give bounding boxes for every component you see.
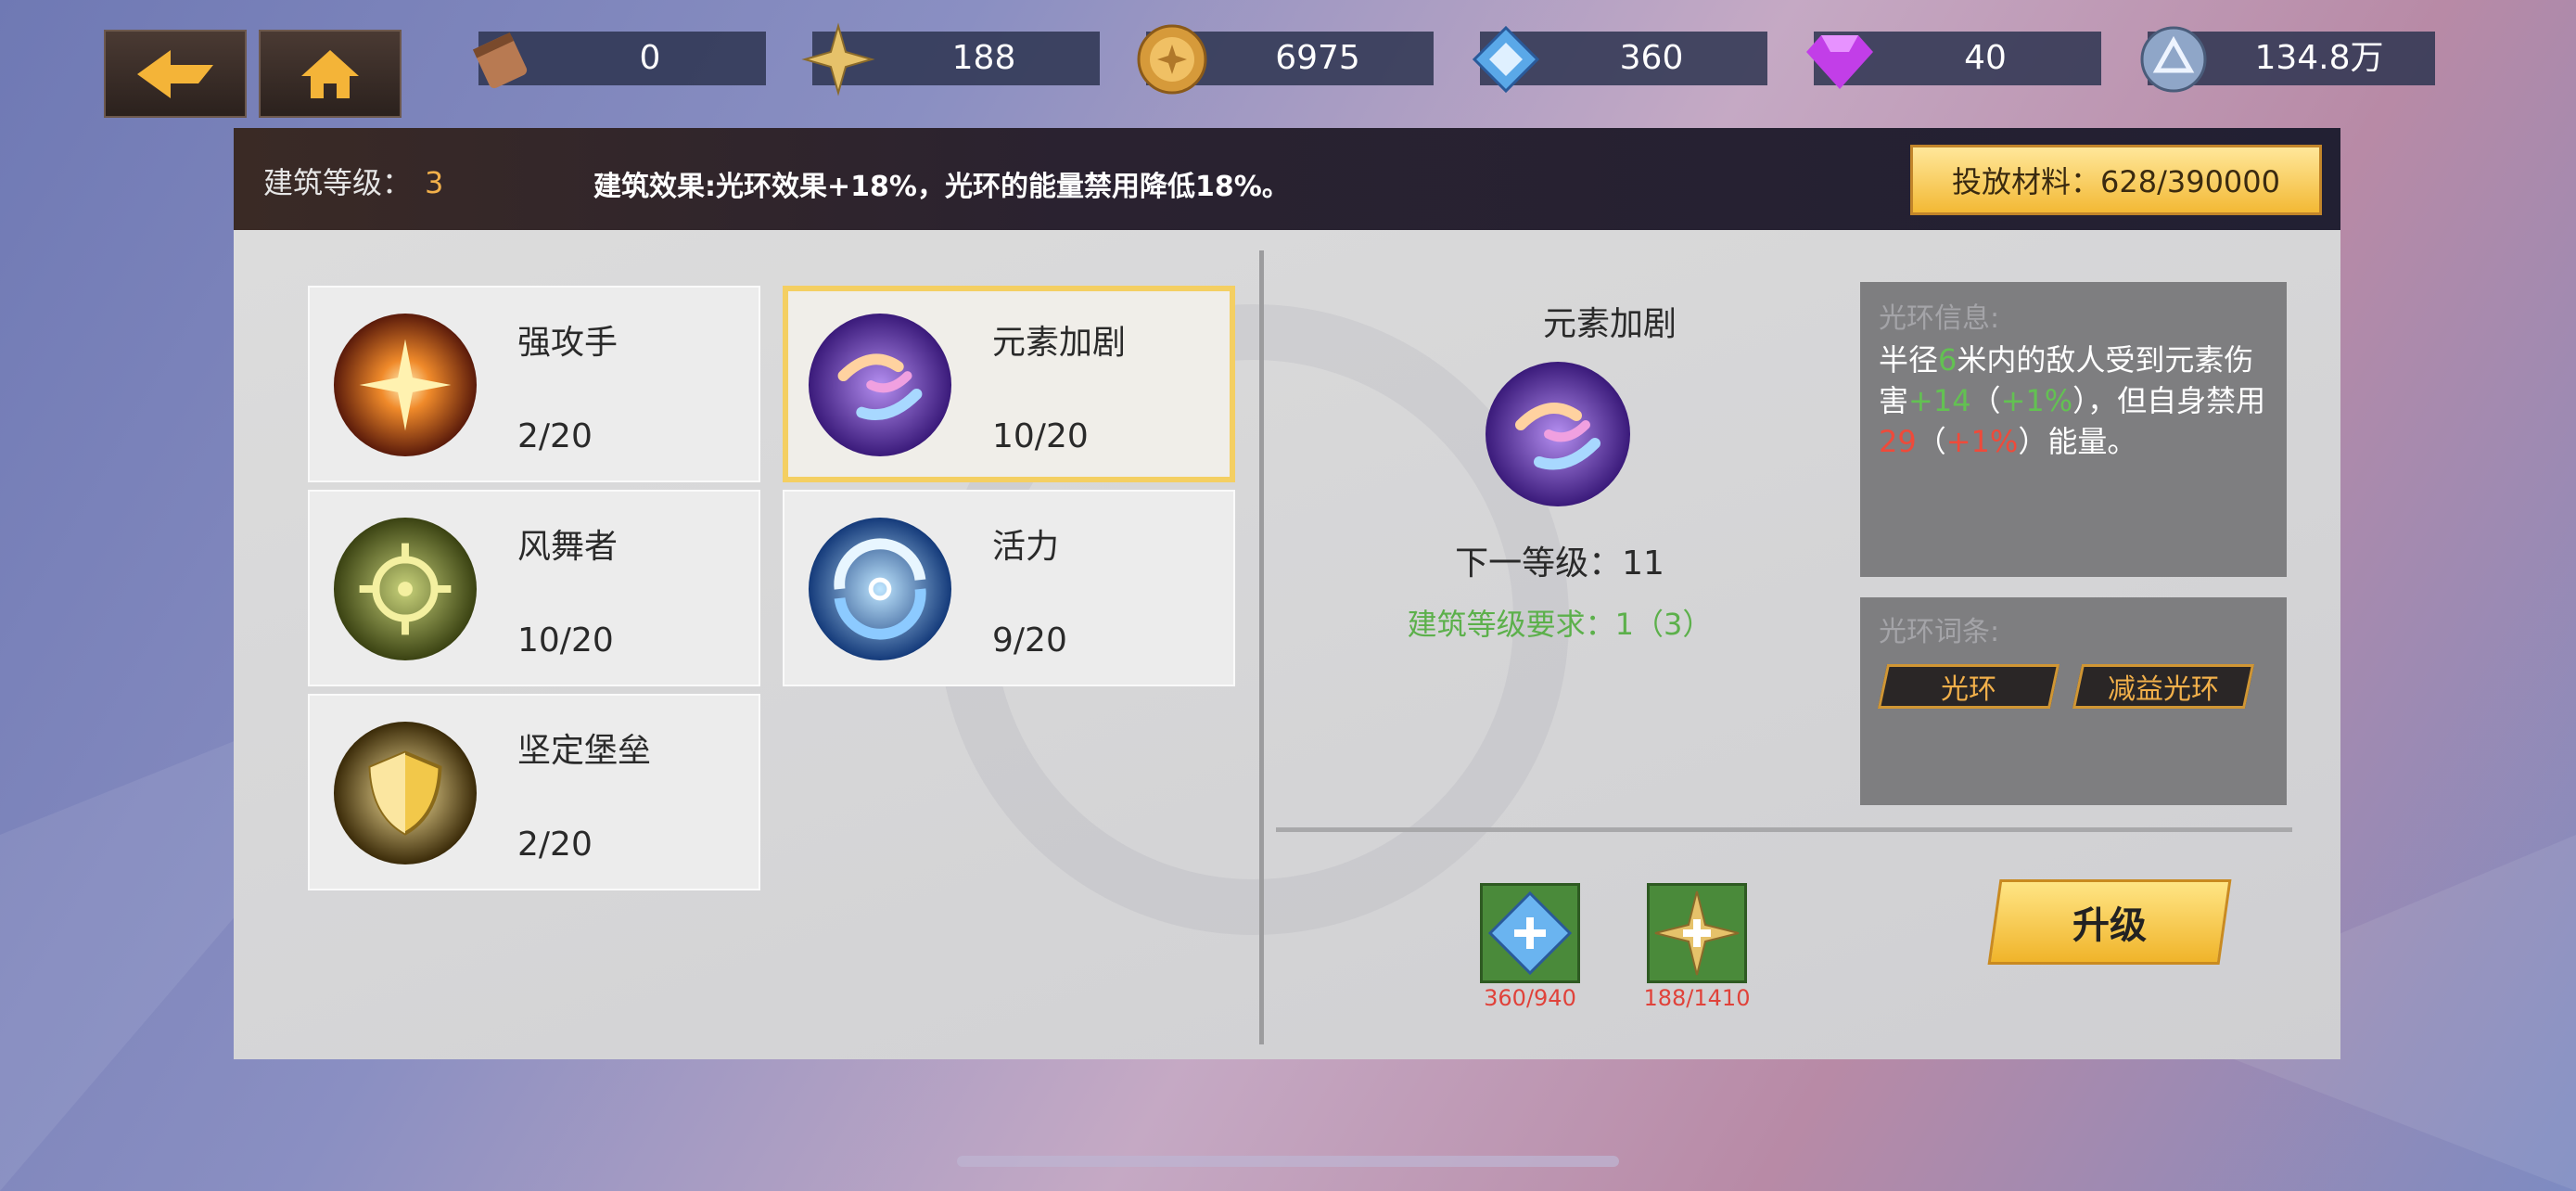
element-swirl-icon	[1486, 362, 1630, 506]
tag-aura: 光环	[1877, 664, 2060, 709]
back-button[interactable]	[104, 30, 247, 118]
selected-skill-name: 元素加剧	[1542, 305, 1677, 343]
info-damage: +14	[1908, 383, 1971, 418]
aura-info-box: 光环信息: 半径6米内的敌人受到元素伤害+14（+1%），但自身禁用29（+1%…	[1860, 282, 2287, 577]
info-energy: 29	[1879, 424, 1917, 459]
resource-value: 188	[951, 39, 1016, 77]
skill-level: 10/20	[517, 621, 614, 660]
cost-value: 360/940	[1484, 985, 1576, 1011]
info-energy-increment: +1%	[1945, 424, 2019, 459]
cost-value: 188/1410	[1643, 985, 1751, 1011]
resource-blue-medal: 360	[1472, 25, 1767, 94]
info-text: （	[1916, 424, 1946, 459]
resource-silver-orb: 134.8万	[2140, 26, 2435, 93]
building-panel: 建筑等级： 3 建筑效果:光环效果+18%，光环的能量禁用降低18%。 投放材料：…	[234, 128, 2340, 1059]
cost-item-star[interactable]	[1647, 883, 1747, 983]
building-effect: 建筑效果:光环效果+18%，光环的能量禁用降低18%。	[593, 171, 1290, 203]
resource-gold-star: 188	[801, 22, 1100, 96]
panel-header: 建筑等级： 3 建筑效果:光环效果+18%，光环的能量禁用降低18%。 投放材料：…	[234, 128, 2340, 230]
skill-name: 强攻手	[517, 324, 618, 362]
gold-star-plus-icon	[1654, 890, 1740, 976]
blue-medal-plus-icon	[1487, 890, 1573, 976]
home-indicator[interactable]	[957, 1156, 1619, 1167]
info-text: ）能量。	[2018, 424, 2137, 459]
aura-tags-title: 光环词条:	[1879, 616, 2000, 648]
skill-level: 2/20	[517, 417, 593, 455]
skill-card-wind[interactable]: 风舞者 10/20	[308, 490, 760, 686]
info-text: （	[1970, 383, 2001, 418]
building-level: 建筑等级： 3	[263, 160, 443, 202]
resource-value: 6975	[1275, 39, 1360, 77]
tag-label: 减益光环	[2108, 673, 2219, 706]
resource-gold-coin: 6975	[1137, 24, 1434, 95]
resource-value: 360	[1619, 39, 1684, 77]
strike-icon	[333, 313, 478, 457]
skill-name: 风舞者	[517, 528, 618, 566]
home-icon	[301, 49, 359, 98]
tag-label: 光环	[1941, 673, 1996, 706]
shield-icon	[333, 721, 478, 865]
skill-name: 元素加剧	[992, 324, 1127, 362]
aura-info-title: 光环信息:	[1879, 302, 2000, 335]
skill-card-strike[interactable]: 强攻手 2/20	[308, 286, 760, 482]
skill-name: 坚定堡垒	[517, 732, 652, 770]
tag-debuff-aura: 减益光环	[2072, 664, 2255, 709]
material-button[interactable]: 投放材料：628/390000	[1910, 145, 2322, 215]
resource-value: 134.8万	[2254, 39, 2384, 77]
resource-value: 40	[1964, 39, 2007, 77]
resource-diamond: 40	[1806, 32, 2101, 89]
resource-scroll: 0	[472, 32, 766, 89]
info-text: ），但自身禁用	[2072, 383, 2266, 418]
aura-info-description: 半径6米内的敌人受到元素伤害+14（+1%），但自身禁用29（+1%）能量。	[1879, 339, 2277, 462]
element-swirl-icon	[808, 313, 952, 457]
home-button[interactable]	[259, 30, 402, 118]
resource-value: 0	[639, 39, 661, 77]
next-level: 下一等级：11	[1455, 544, 1664, 583]
level-requirement: 建筑等级要求：1（3）	[1407, 607, 1713, 642]
building-level-value: 3	[425, 165, 444, 200]
vertical-divider	[1259, 250, 1264, 1044]
vortex-icon	[808, 517, 952, 661]
crosshair-icon	[333, 517, 478, 661]
info-radius: 6	[1938, 342, 1958, 378]
panel-body: 强攻手 2/20 元素加剧 10/20 风舞者 10/20 活力 9/20 坚定…	[234, 230, 2340, 1059]
back-arrow-icon	[137, 49, 213, 98]
skill-level: 10/20	[992, 417, 1089, 455]
skill-card-vitality[interactable]: 活力 9/20	[783, 490, 1235, 686]
upgrade-label: 升级	[2072, 904, 2147, 947]
horizontal-divider	[1276, 827, 2292, 832]
upgrade-button[interactable]: 升级	[1987, 879, 2232, 965]
skill-name: 活力	[992, 528, 1060, 566]
skill-level: 9/20	[992, 621, 1067, 660]
cost-item-medal[interactable]	[1480, 883, 1580, 983]
info-text: 半径	[1879, 342, 1939, 378]
skill-card-fortress[interactable]: 坚定堡垒 2/20	[308, 694, 760, 890]
skill-card-element[interactable]: 元素加剧 10/20	[783, 286, 1235, 482]
building-level-label: 建筑等级：	[263, 165, 413, 200]
aura-tags-box: 光环词条: 光环 减益光环	[1860, 597, 2287, 805]
skill-level: 2/20	[517, 826, 593, 864]
info-damage-increment: +1%	[2000, 383, 2073, 418]
